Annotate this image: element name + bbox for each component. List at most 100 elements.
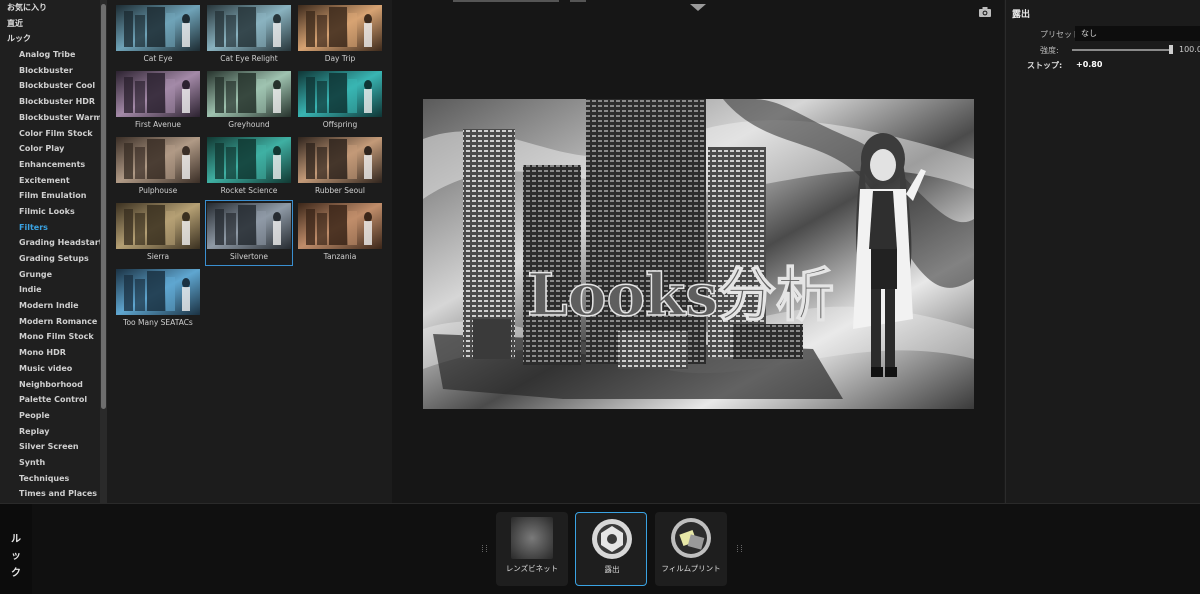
side-tab-char: ッ — [11, 551, 21, 562]
sidebar-item-mono-film-stock[interactable]: Mono Film Stock — [0, 329, 100, 345]
look-preview-image — [298, 71, 382, 117]
sidebar-item-silver-screen[interactable]: Silver Screen — [0, 439, 100, 455]
look-thumbnail[interactable]: Tanzania — [297, 201, 383, 265]
sidebar-item-list: Analog Tribe Blockbuster Blockbuster Cool B… — [0, 47, 100, 502]
look-thumbnail[interactable]: First Avenue — [115, 69, 201, 133]
look-preview-image — [207, 203, 291, 249]
sidebar-item-modern-romance[interactable]: Modern Romance — [0, 314, 100, 330]
viewer-dropdown-arrow-icon[interactable] — [690, 4, 706, 11]
tray-grip-right-icon[interactable] — [737, 545, 742, 552]
sidebar-item-grading-headstarts[interactable]: Grading Headstarts — [0, 235, 100, 251]
sidebar-item-replay[interactable]: Replay — [0, 424, 100, 440]
look-thumbnail[interactable]: Pulphouse — [115, 135, 201, 199]
look-thumbnail[interactable]: Offspring — [297, 69, 383, 133]
sidebar-item-times-and-places[interactable]: Times and Places — [0, 486, 100, 502]
sidebar-item-mono-hdr[interactable]: Mono HDR — [0, 345, 100, 361]
sidebar-item-blockbuster-cool[interactable]: Blockbuster Cool — [0, 78, 100, 94]
look-preview-image — [116, 269, 200, 315]
viewer-tab[interactable] — [453, 0, 559, 2]
sidebar-item-people[interactable]: People — [0, 408, 100, 424]
look-thumbnail[interactable]: Cat Eye Relight — [206, 3, 292, 67]
look-preview-image — [116, 137, 200, 183]
sidebar-item-analog-tribe[interactable]: Analog Tribe — [0, 47, 100, 63]
sidebar-item-blockbuster-warm[interactable]: Blockbuster Warm — [0, 110, 100, 126]
sidebar-item-blockbuster[interactable]: Blockbuster — [0, 63, 100, 79]
sidebar-item-palette-control[interactable]: Palette Control — [0, 392, 100, 408]
look-label: First Avenue — [134, 120, 182, 129]
look-preview-image — [116, 203, 200, 249]
look-preview-image — [207, 137, 291, 183]
look-label: Rubber Seoul — [314, 186, 366, 195]
look-thumbnail[interactable]: Day Trip — [297, 3, 383, 67]
preset-dropdown[interactable]: なし — [1075, 26, 1200, 41]
effect-label: 露出 — [604, 565, 620, 574]
look-label: Day Trip — [324, 54, 356, 63]
effect-exposure[interactable]: 露出 — [575, 512, 647, 586]
preview-image: Looks分析 — [423, 99, 974, 409]
exposure-inspector-panel: 露出 プリセット: なし 強度: 100.0 ストップ: +0.80 — [1005, 0, 1200, 503]
sidebar-item-filmic-looks[interactable]: Filmic Looks — [0, 204, 100, 220]
camera-icon[interactable] — [979, 7, 991, 17]
effect-label: レンズビネット — [505, 564, 559, 573]
film-reel-icon — [671, 518, 711, 558]
look-preview-image — [116, 5, 200, 51]
preview-overlay-text: Looks分析 — [527, 261, 834, 329]
viewer-tab-small[interactable] — [570, 0, 586, 2]
sidebar-item-film-emulation[interactable]: Film Emulation — [0, 188, 100, 204]
effect-lens-vignette[interactable]: レンズビネット — [496, 512, 568, 586]
sidebar-item-techniques[interactable]: Techniques — [0, 471, 100, 487]
sidebar-item-neighborhood[interactable]: Neighborhood — [0, 377, 100, 393]
look-preview-image — [207, 71, 291, 117]
tray-grip-left-icon[interactable] — [482, 545, 487, 552]
intensity-slider-handle[interactable] — [1169, 45, 1173, 54]
category-favorites[interactable]: お気に入り — [0, 0, 100, 16]
look-label: Silvertone — [230, 252, 268, 261]
sidebar-item-color-film-stock[interactable]: Color Film Stock — [0, 126, 100, 142]
sidebar-item-synth[interactable]: Synth — [0, 455, 100, 471]
intensity-value[interactable]: 100.0 — [1179, 45, 1200, 54]
look-label: Cat Eye Relight — [220, 54, 278, 63]
effects-tray: ル ッ ク レンズビネット 露出 フィルムプリント — [0, 503, 1200, 594]
look-preview-image — [116, 71, 200, 117]
sidebar-item-excitement[interactable]: Excitement — [0, 173, 100, 189]
look-label: Pulphouse — [138, 186, 178, 195]
look-label: Rocket Science — [220, 186, 278, 195]
look-preview-image — [298, 203, 382, 249]
stop-value[interactable]: +0.80 — [1076, 60, 1102, 69]
side-tab-char: ク — [11, 568, 21, 579]
look-thumbnail[interactable]: Rocket Science — [206, 135, 292, 199]
look-thumbnail[interactable]: Silvertone — [205, 200, 293, 266]
stop-label: ストップ: — [1027, 61, 1063, 70]
look-preview-image — [298, 5, 382, 51]
sidebar-item-enhancements[interactable]: Enhancements — [0, 157, 100, 173]
sidebar-item-grunge[interactable]: Grunge — [0, 267, 100, 283]
look-thumbnail[interactable]: Rubber Seoul — [297, 135, 383, 199]
effect-film-print[interactable]: フィルムプリント — [655, 512, 727, 586]
look-preview-image — [207, 5, 291, 51]
intensity-slider-track[interactable] — [1072, 49, 1172, 51]
sidebar-item-filters[interactable]: Filters — [0, 220, 100, 236]
preview-viewer: Looks分析 — [392, 0, 1004, 503]
look-thumbnail-grid: Cat Eye Cat Eye Relight Day Trip First Aven… — [107, 0, 392, 503]
sidebar-item-grading-setups[interactable]: Grading Setups — [0, 251, 100, 267]
sidebar-item-music-video[interactable]: Music video — [0, 361, 100, 377]
look-thumbnail[interactable]: Sierra — [115, 201, 201, 265]
look-preview-image — [298, 137, 382, 183]
sidebar-item-indie[interactable]: Indie — [0, 282, 100, 298]
category-looks[interactable]: ルック — [0, 31, 100, 47]
look-thumbnail[interactable]: Cat Eye — [115, 3, 201, 67]
look-label: Greyhound — [228, 120, 270, 129]
look-thumbnail[interactable]: Too Many SEATACs — [115, 267, 201, 331]
inspector-title: 露出 — [1012, 10, 1031, 20]
sidebar-item-blockbuster-hdr[interactable]: Blockbuster HDR — [0, 94, 100, 110]
look-label: Cat Eye — [143, 54, 173, 63]
sidebar-item-color-play[interactable]: Color Play — [0, 141, 100, 157]
sidebar-scrollbar[interactable] — [101, 4, 106, 409]
look-thumbnail[interactable]: Greyhound — [206, 69, 292, 133]
looks-side-tab[interactable]: ル ッ ク — [0, 504, 32, 594]
side-tab-char: ル — [11, 534, 21, 545]
sidebar-item-modern-indie[interactable]: Modern Indie — [0, 298, 100, 314]
looks-category-sidebar: お気に入り 直近 ルック Analog Tribe Blockbuster Bloc… — [0, 0, 100, 503]
vignette-icon — [511, 517, 553, 559]
category-recent[interactable]: 直近 — [0, 16, 100, 32]
